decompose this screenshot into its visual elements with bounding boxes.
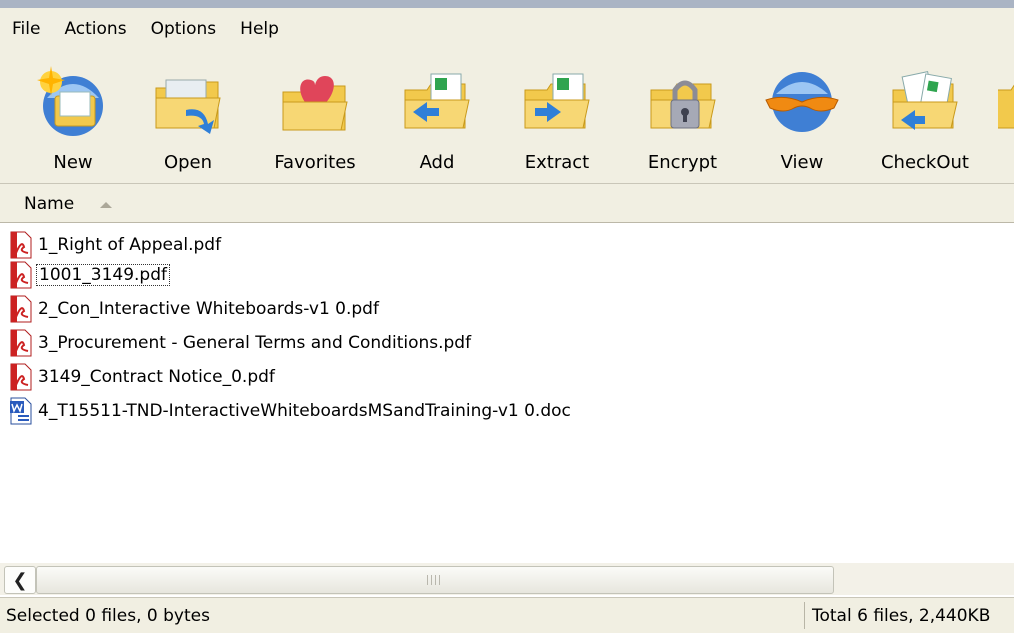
file-name: 1_Right of Appeal.pdf [38, 235, 222, 255]
status-bar: Selected 0 files, 0 bytes Total 6 files,… [0, 597, 1014, 633]
list-column-header[interactable]: Name [0, 184, 1014, 223]
menu-bar: File Actions Options Help [0, 8, 1014, 50]
add-files-icon [404, 73, 470, 129]
file-name: 2_Con_Interactive Whiteboards-v1 0.pdf [38, 299, 379, 319]
clipped-toolbar-icon [998, 84, 1014, 129]
pdf-file-icon [10, 329, 32, 357]
new-label: New [53, 152, 93, 173]
column-name-header[interactable]: Name [24, 194, 74, 214]
file-name: 4_T15511-TND-InteractiveWhiteboardsMSand… [38, 401, 571, 421]
file-row[interactable]: 1_Right of Appeal.pdf [8, 230, 223, 260]
file-row[interactable]: 2_Con_Interactive Whiteboards-v1 0.pdf [8, 294, 381, 324]
file-list: 1_Right of Appeal.pdf 1001_3149.pdf 2_Co… [0, 224, 1014, 564]
pdf-file-icon [10, 261, 32, 289]
file-name: 3149_Contract Notice_0.pdf [38, 367, 275, 387]
extract-label: Extract [524, 152, 590, 173]
sort-ascending-icon [100, 202, 112, 208]
scrollbar-grip [427, 575, 443, 585]
encrypt-button[interactable]: Encrypt [635, 50, 730, 183]
menu-options[interactable]: Options [139, 19, 229, 39]
horizontal-scrollbar[interactable]: ❮ [0, 563, 1014, 595]
encrypt-lock-icon [650, 80, 716, 129]
encrypt-label: Encrypt [647, 152, 718, 173]
checkout-button[interactable]: CheckOut [870, 50, 980, 183]
extract-files-icon [524, 73, 590, 129]
favorites-heart-icon [282, 76, 348, 131]
menu-file[interactable]: File [0, 19, 52, 39]
file-row[interactable]: 3149_Contract Notice_0.pdf [8, 362, 277, 392]
scrollbar-thumb[interactable] [36, 566, 834, 594]
add-button[interactable]: Add [392, 50, 482, 183]
file-row[interactable]: 1001_3149.pdf [8, 260, 170, 290]
status-total: Total 6 files, 2,440KB [812, 606, 991, 626]
chevron-left-icon: ❮ [12, 569, 28, 591]
pdf-file-icon [10, 363, 32, 391]
next-toolbar-button-clipped[interactable] [998, 50, 1014, 183]
favorites-label: Favorites [274, 152, 356, 173]
menu-actions[interactable]: Actions [52, 19, 138, 39]
open-button[interactable]: Open [143, 50, 233, 183]
file-name: 3_Procurement - General Terms and Condit… [38, 333, 472, 353]
window-top-edge [0, 0, 1014, 8]
pdf-file-icon [10, 295, 32, 323]
checkout-label: CheckOut [880, 152, 969, 173]
view-globe-icon [765, 72, 839, 132]
favorites-button[interactable]: Favorites [260, 50, 370, 183]
file-row[interactable]: 4_T15511-TND-InteractiveWhiteboardsMSand… [8, 396, 573, 426]
status-divider [804, 602, 805, 629]
view-button[interactable]: View [757, 50, 847, 183]
word-doc-icon [10, 397, 32, 425]
menu-help[interactable]: Help [228, 19, 291, 39]
new-archive-icon [37, 66, 103, 136]
open-folder-icon [155, 79, 221, 134]
scroll-left-button[interactable]: ❮ [4, 566, 36, 594]
new-button[interactable]: New [28, 50, 118, 183]
add-label: Add [419, 152, 455, 173]
file-row[interactable]: 3_Procurement - General Terms and Condit… [8, 328, 473, 358]
checkout-icon [892, 71, 958, 130]
toolbar: New Open Favorites Add Extract Encrypt V… [0, 50, 1014, 184]
view-label: View [780, 152, 824, 173]
status-selected: Selected 0 files, 0 bytes [6, 606, 210, 626]
extract-button[interactable]: Extract [512, 50, 602, 183]
open-label: Open [163, 152, 213, 173]
pdf-file-icon [10, 231, 32, 259]
file-name: 1001_3149.pdf [36, 264, 170, 286]
